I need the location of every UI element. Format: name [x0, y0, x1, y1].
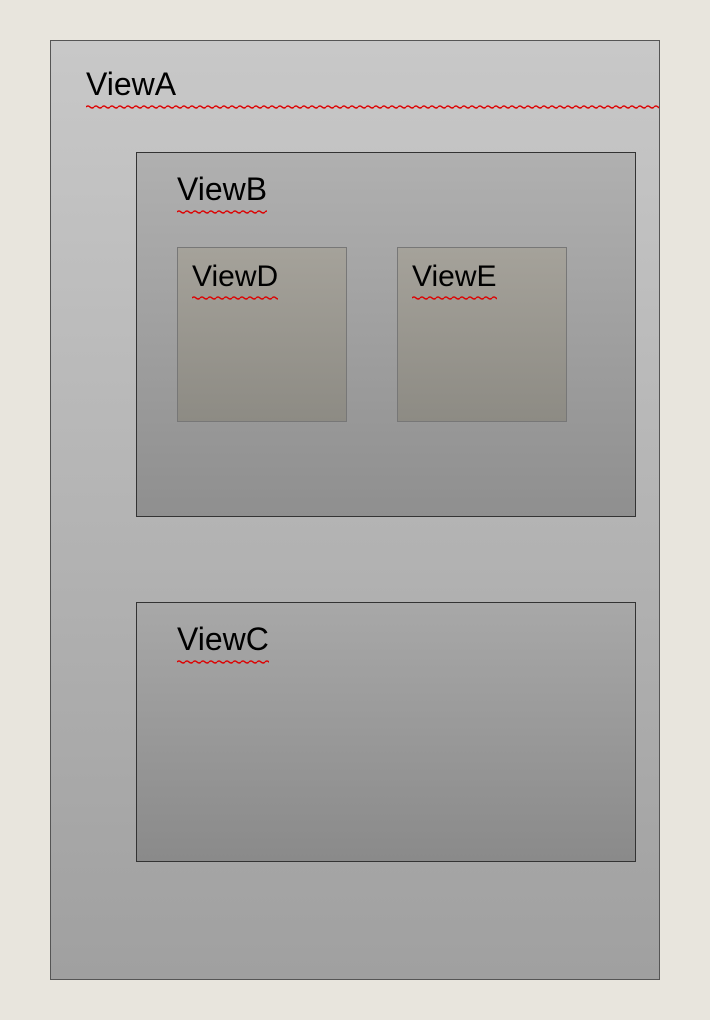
view-a-content: ViewA ViewB ViewD ViewE ViewC: [86, 66, 659, 979]
view-c-label: ViewC: [177, 621, 269, 662]
view-a-label: ViewA: [86, 66, 659, 107]
view-b-children-row: ViewD ViewE: [177, 247, 635, 422]
view-d-label: ViewD: [192, 260, 278, 298]
view-e-label: ViewE: [412, 260, 497, 298]
view-e-container: ViewE: [397, 247, 567, 422]
view-b-label: ViewB: [177, 171, 267, 212]
view-c-container: ViewC: [136, 602, 636, 862]
view-b-container: ViewB ViewD ViewE: [136, 152, 636, 517]
view-d-container: ViewD: [177, 247, 347, 422]
view-a-container: ViewA ViewB ViewD ViewE ViewC: [50, 40, 660, 980]
